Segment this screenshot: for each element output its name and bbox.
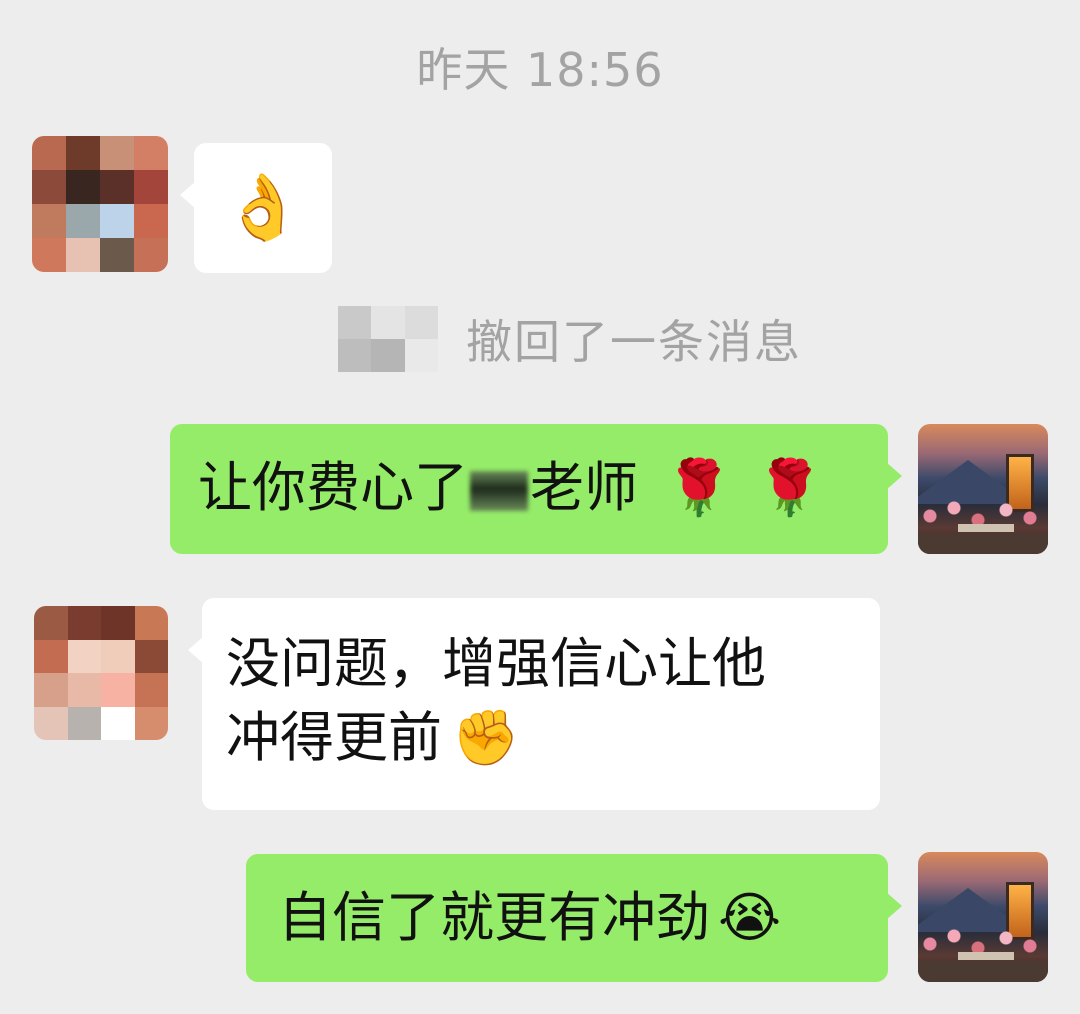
message-line-2: 冲得更前 [226, 706, 442, 769]
message-text-before: 让你费心了 [198, 456, 468, 519]
redacted-name [470, 471, 528, 512]
avatar-floor [918, 962, 1048, 982]
raised-fist-emoji: ✊ [452, 706, 520, 769]
my-avatar-2[interactable] [918, 852, 1048, 982]
avatar-table [958, 952, 1014, 960]
message-text-after: 老师 [530, 456, 638, 519]
message-text: 自信了就更有冲劲 [278, 886, 710, 949]
recalled-user-avatar-blur [338, 306, 438, 372]
contact-avatar-2[interactable] [34, 606, 168, 740]
chat-screen: 昨天 18:56 👌 撤回了一条消息 让你费心了 老师 🌹🌹 没问题，增强信心让… [0, 0, 1080, 1014]
ok-hand-emoji: 👌 [223, 171, 303, 245]
message-bubble-ok[interactable]: 👌 [180, 143, 332, 273]
avatar-floor [918, 534, 1048, 554]
rose-emoji: 🌹🌹 [665, 456, 848, 519]
avatar-table [958, 524, 1014, 532]
message-bubble-sent-1[interactable]: 让你费心了 老师 🌹🌹 [170, 424, 902, 554]
message-line-2-row: 冲得更前 ✊ [226, 704, 880, 772]
message-bubble-sent-2[interactable]: 自信了就更有冲劲 😭 [246, 854, 902, 982]
message-bubble-received-2[interactable]: 没问题，增强信心让他 冲得更前 ✊ [188, 598, 880, 810]
my-avatar-1[interactable] [918, 424, 1048, 554]
contact-avatar-1[interactable] [32, 136, 168, 272]
loudly-crying-face-emoji: 😭 [718, 886, 782, 949]
message-line-1: 没问题，增强信心让他 [226, 632, 766, 695]
recall-notice-text: 撤回了一条消息 [466, 315, 802, 369]
recall-notice: 撤回了一条消息 [338, 306, 802, 372]
message-timestamp: 昨天 18:56 [416, 43, 664, 97]
